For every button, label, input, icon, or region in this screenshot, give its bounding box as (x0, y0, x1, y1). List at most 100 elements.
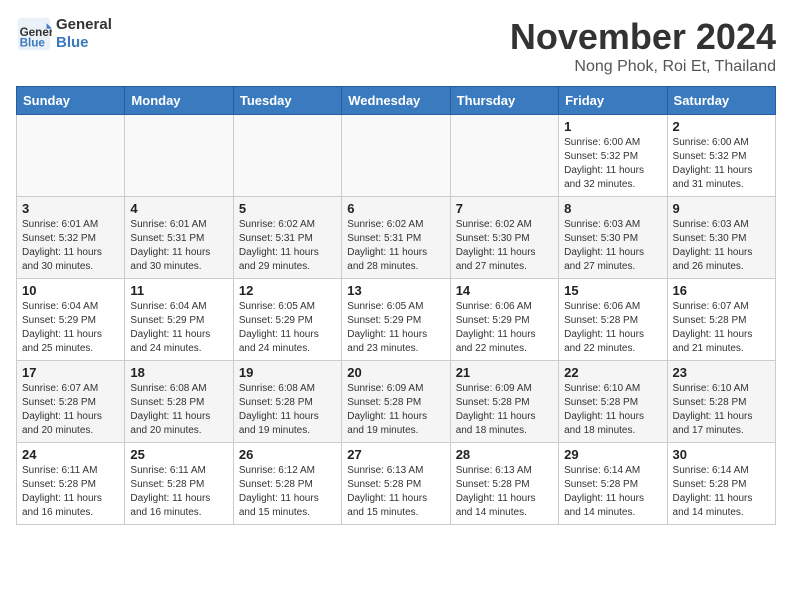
calendar-cell: 28 Sunrise: 6:13 AM Sunset: 5:28 PM Dayli… (450, 443, 558, 525)
logo-line1: General (56, 16, 112, 34)
calendar-cell: 26 Sunrise: 6:12 AM Sunset: 5:28 PM Dayli… (233, 443, 341, 525)
week-row-5: 24Sunrise: 6:11 AM Sunset: 5:28 PM Dayli… (17, 443, 776, 525)
calendar-cell: 1Sunrise: 6:00 AM Sunset: 5:32 PM Daylig… (559, 115, 667, 197)
day-info: Sunrise: 6:08 AM Sunset: 5:28 PM Dayligh… (239, 382, 336, 438)
logo: General Blue General Blue (16, 16, 112, 52)
day-info: Sunrise: 6:06 AM Sunset: 5:28 PM Dayligh… (564, 300, 661, 356)
day-info: Sunrise: 6:10 AM Sunset: 5:28 PM Dayligh… (564, 382, 661, 438)
day-number: 29 (564, 447, 661, 462)
day-info: Sunrise: 6:10 AM Sunset: 5:28 PM Dayligh… (673, 382, 770, 438)
day-number: 13 (347, 283, 444, 298)
calendar-cell: 3 Sunrise: 6:01 AM Sunset: 5:32 PM Daylig… (17, 197, 125, 279)
calendar-cell: 29 Sunrise: 6:14 AM Sunset: 5:28 PM Dayli… (559, 443, 667, 525)
day-number: 8 (564, 201, 661, 216)
svg-text:Blue: Blue (20, 37, 46, 50)
weekday-header-sunday: Sunday (17, 87, 125, 115)
day-number: 21 (456, 365, 553, 380)
calendar-table: SundayMondayTuesdayWednesdayThursdayFrid… (16, 86, 776, 525)
calendar-cell: 22 Sunrise: 6:10 AM Sunset: 5:28 PM Dayli… (559, 361, 667, 443)
day-number: 7 (456, 201, 553, 216)
day-number: 15 (564, 283, 661, 298)
day-info: Sunrise: 6:07 AM Sunset: 5:28 PM Dayligh… (673, 300, 770, 356)
week-row-4: 17 Sunrise: 6:07 AM Sunset: 5:28 PM Dayli… (17, 361, 776, 443)
weekday-header-tuesday: Tuesday (233, 87, 341, 115)
day-number: 23 (673, 365, 770, 380)
day-info: Sunrise: 6:05 AM Sunset: 5:29 PM Dayligh… (347, 300, 444, 356)
day-info: Sunrise: 6:04 AM Sunset: 5:29 PM Dayligh… (130, 300, 227, 356)
weekday-header-saturday: Saturday (667, 87, 775, 115)
day-info: Sunrise: 6:12 AM Sunset: 5:28 PM Dayligh… (239, 464, 336, 520)
day-info: Sunrise: 6:11 AM Sunset: 5:28 PM Dayligh… (130, 464, 227, 520)
day-number: 10 (22, 283, 119, 298)
day-info: Sunrise: 6:02 AM Sunset: 5:31 PM Dayligh… (347, 218, 444, 274)
day-number: 30 (673, 447, 770, 462)
week-row-2: 3 Sunrise: 6:01 AM Sunset: 5:32 PM Daylig… (17, 197, 776, 279)
weekday-header-monday: Monday (125, 87, 233, 115)
calendar-cell: 4Sunrise: 6:01 AM Sunset: 5:31 PM Daylig… (125, 197, 233, 279)
week-row-1: 1Sunrise: 6:00 AM Sunset: 5:32 PM Daylig… (17, 115, 776, 197)
day-number: 28 (456, 447, 553, 462)
day-number: 25 (130, 447, 227, 462)
day-info: Sunrise: 6:13 AM Sunset: 5:28 PM Dayligh… (456, 464, 553, 520)
day-number: 2 (673, 119, 770, 134)
calendar-cell: 18Sunrise: 6:08 AM Sunset: 5:28 PM Dayli… (125, 361, 233, 443)
day-number: 20 (347, 365, 444, 380)
calendar-cell (17, 115, 125, 197)
calendar-cell: 25 Sunrise: 6:11 AM Sunset: 5:28 PM Dayli… (125, 443, 233, 525)
day-info: Sunrise: 6:07 AM Sunset: 5:28 PM Dayligh… (22, 382, 119, 438)
day-info: Sunrise: 6:14 AM Sunset: 5:28 PM Dayligh… (564, 464, 661, 520)
calendar-cell: 21 Sunrise: 6:09 AM Sunset: 5:28 PM Dayli… (450, 361, 558, 443)
day-number: 9 (673, 201, 770, 216)
calendar-cell: 12Sunrise: 6:05 AM Sunset: 5:29 PM Dayli… (233, 279, 341, 361)
weekday-header-friday: Friday (559, 87, 667, 115)
calendar-cell: 8Sunrise: 6:03 AM Sunset: 5:30 PM Daylig… (559, 197, 667, 279)
calendar-cell (233, 115, 341, 197)
weekday-header-thursday: Thursday (450, 87, 558, 115)
day-info: Sunrise: 6:11 AM Sunset: 5:28 PM Dayligh… (22, 464, 119, 520)
day-info: Sunrise: 6:00 AM Sunset: 5:32 PM Dayligh… (673, 136, 770, 192)
day-number: 27 (347, 447, 444, 462)
calendar-cell: 11 Sunrise: 6:04 AM Sunset: 5:29 PM Dayli… (125, 279, 233, 361)
day-number: 17 (22, 365, 119, 380)
day-info: Sunrise: 6:06 AM Sunset: 5:29 PM Dayligh… (456, 300, 553, 356)
day-info: Sunrise: 6:01 AM Sunset: 5:31 PM Dayligh… (130, 218, 227, 274)
day-number: 3 (22, 201, 119, 216)
calendar-cell (342, 115, 450, 197)
logo-icon: General Blue (16, 16, 52, 52)
logo-line2: Blue (56, 34, 112, 52)
calendar-cell: 15 Sunrise: 6:06 AM Sunset: 5:28 PM Dayli… (559, 279, 667, 361)
week-row-3: 10 Sunrise: 6:04 AM Sunset: 5:29 PM Dayli… (17, 279, 776, 361)
day-number: 26 (239, 447, 336, 462)
day-info: Sunrise: 6:14 AM Sunset: 5:28 PM Dayligh… (673, 464, 770, 520)
day-number: 5 (239, 201, 336, 216)
calendar-cell: 10 Sunrise: 6:04 AM Sunset: 5:29 PM Dayli… (17, 279, 125, 361)
calendar-cell: 13 Sunrise: 6:05 AM Sunset: 5:29 PM Dayli… (342, 279, 450, 361)
calendar-cell: 30 Sunrise: 6:14 AM Sunset: 5:28 PM Dayli… (667, 443, 775, 525)
day-info: Sunrise: 6:02 AM Sunset: 5:30 PM Dayligh… (456, 218, 553, 274)
calendar-cell: 14 Sunrise: 6:06 AM Sunset: 5:29 PM Dayli… (450, 279, 558, 361)
calendar-cell: 17 Sunrise: 6:07 AM Sunset: 5:28 PM Dayli… (17, 361, 125, 443)
day-info: Sunrise: 6:04 AM Sunset: 5:29 PM Dayligh… (22, 300, 119, 356)
location-title: Nong Phok, Roi Et, Thailand (510, 58, 776, 76)
day-info: Sunrise: 6:09 AM Sunset: 5:28 PM Dayligh… (456, 382, 553, 438)
day-number: 11 (130, 283, 227, 298)
day-number: 6 (347, 201, 444, 216)
title-block: November 2024 Nong Phok, Roi Et, Thailan… (510, 16, 776, 76)
page-header: General Blue General Blue November 2024 … (16, 16, 776, 76)
day-number: 12 (239, 283, 336, 298)
calendar-cell: 23 Sunrise: 6:10 AM Sunset: 5:28 PM Dayli… (667, 361, 775, 443)
day-info: Sunrise: 6:00 AM Sunset: 5:32 PM Dayligh… (564, 136, 661, 192)
calendar-cell (125, 115, 233, 197)
calendar-cell: 5 Sunrise: 6:02 AM Sunset: 5:31 PM Daylig… (233, 197, 341, 279)
day-info: Sunrise: 6:02 AM Sunset: 5:31 PM Dayligh… (239, 218, 336, 274)
day-number: 22 (564, 365, 661, 380)
day-info: Sunrise: 6:01 AM Sunset: 5:32 PM Dayligh… (22, 218, 119, 274)
calendar-cell: 9Sunrise: 6:03 AM Sunset: 5:30 PM Daylig… (667, 197, 775, 279)
calendar-cell: 19Sunrise: 6:08 AM Sunset: 5:28 PM Dayli… (233, 361, 341, 443)
day-info: Sunrise: 6:09 AM Sunset: 5:28 PM Dayligh… (347, 382, 444, 438)
day-info: Sunrise: 6:13 AM Sunset: 5:28 PM Dayligh… (347, 464, 444, 520)
calendar-cell: 16Sunrise: 6:07 AM Sunset: 5:28 PM Dayli… (667, 279, 775, 361)
month-title: November 2024 (510, 16, 776, 58)
day-number: 14 (456, 283, 553, 298)
calendar-cell (450, 115, 558, 197)
